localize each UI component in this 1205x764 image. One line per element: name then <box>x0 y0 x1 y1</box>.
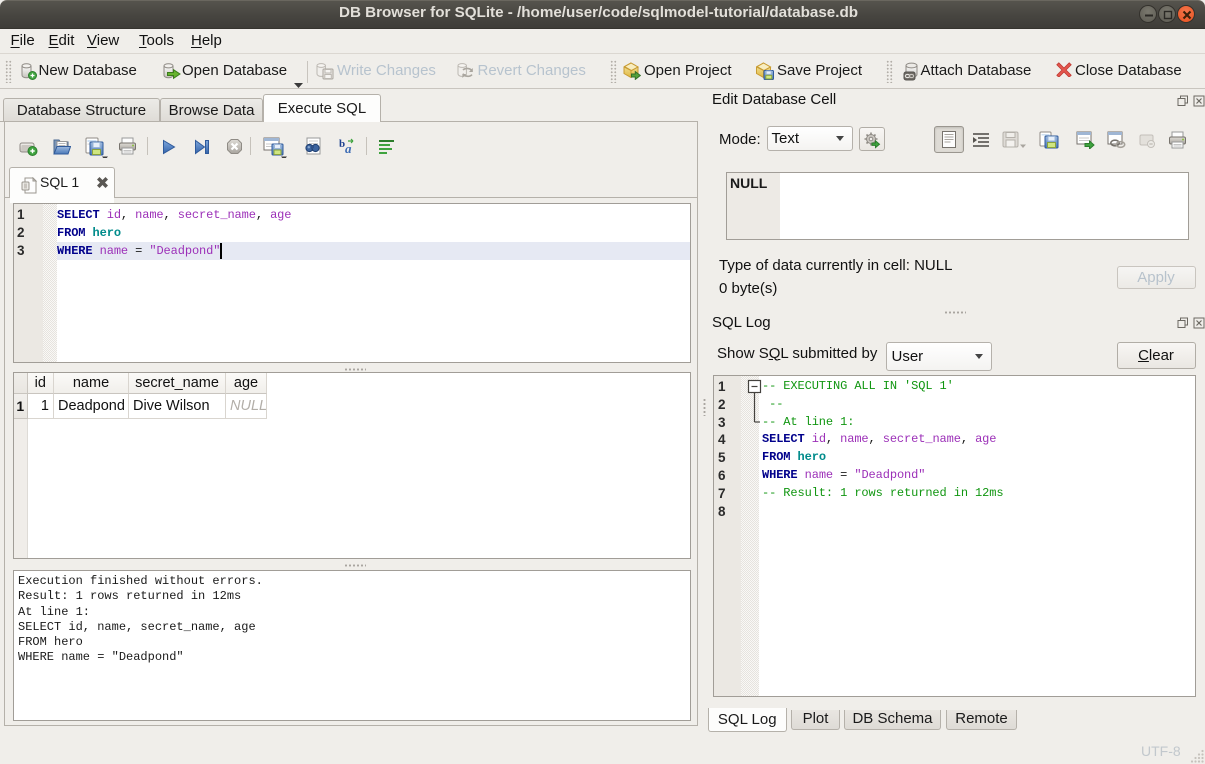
svg-text:a: a <box>345 141 352 155</box>
